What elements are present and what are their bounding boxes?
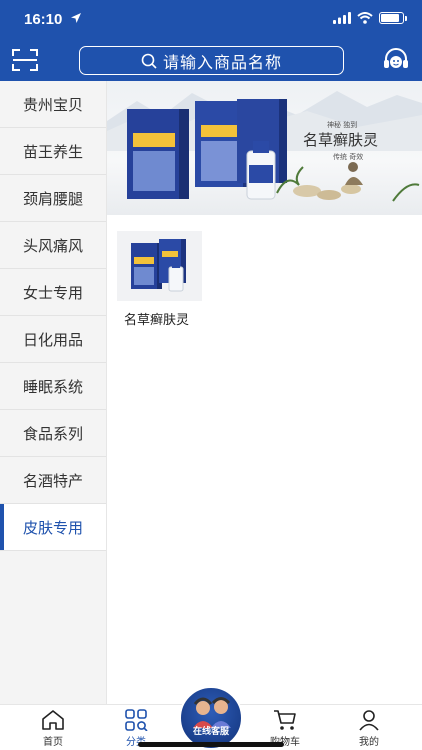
product-card[interactable]: 名草癣肤灵 xyxy=(117,231,202,328)
sidebar-item-women[interactable]: 女士专用 xyxy=(0,269,106,316)
sidebar-item-food[interactable]: 食品系列 xyxy=(0,410,106,457)
sidebar-item-label: 睡眠系统 xyxy=(22,377,83,396)
sidebar-item-liquor[interactable]: 名酒特产 xyxy=(0,457,106,504)
signal-icon xyxy=(333,12,351,24)
sidebar-item-label: 名酒特产 xyxy=(22,471,83,490)
tab-mine-label: 我的 xyxy=(359,737,379,748)
banner-tagline-2: 传统 奇效 xyxy=(333,152,363,161)
tab-mine[interactable]: 我的 xyxy=(334,705,404,750)
home-icon xyxy=(42,710,64,730)
search-icon xyxy=(141,53,157,69)
customer-service-icon[interactable] xyxy=(382,46,410,74)
status-bar: 16:10 xyxy=(0,0,422,40)
product-grid: 名草癣肤灵 xyxy=(117,231,202,328)
sidebar-item-guizhou[interactable]: 贵州宝贝 xyxy=(0,81,106,128)
banner-tagline-1: 神秘 独到 xyxy=(327,120,357,129)
sidebar-item-sleep[interactable]: 睡眠系统 xyxy=(0,363,106,410)
battery-icon xyxy=(379,12,407,24)
online-service-label: 在线客服 xyxy=(192,727,229,737)
cart-icon xyxy=(274,710,296,730)
product-name: 名草癣肤灵 xyxy=(124,313,190,328)
sidebar-item-neck-back[interactable]: 颈肩腰腿 xyxy=(0,175,106,222)
banner-artwork: 神秘 独到 名草癣肤灵 传统 奇效 xyxy=(107,91,422,202)
user-icon xyxy=(359,710,379,731)
wifi-icon xyxy=(357,12,373,24)
sidebar-item-label: 食品系列 xyxy=(22,424,83,443)
sidebar-item-label: 头风痛风 xyxy=(22,236,83,255)
sidebar-item-label: 颈肩腰腿 xyxy=(22,189,83,208)
search-placeholder: 请输入商品名称 xyxy=(162,52,282,72)
sidebar-item-label: 女士专用 xyxy=(22,283,83,302)
tab-home[interactable]: 首页 xyxy=(18,705,88,750)
sidebar-item-miaowang[interactable]: 苗王养生 xyxy=(0,128,106,175)
sidebar-item-skin[interactable]: 皮肤专用 xyxy=(0,504,106,551)
home-indicator xyxy=(138,742,284,747)
top-header: 16:10 请输入商品名称 xyxy=(0,0,422,81)
location-arrow-icon xyxy=(71,13,81,23)
status-time: 16:10 xyxy=(24,11,63,28)
banner-title: 名草癣肤灵 xyxy=(303,131,378,149)
sidebar-item-label: 日化用品 xyxy=(22,330,83,349)
online-service-button[interactable]: 在线客服 xyxy=(179,686,243,750)
sidebar-item-label: 贵州宝贝 xyxy=(22,95,83,114)
tab-home-label: 首页 xyxy=(43,737,63,748)
category-icon xyxy=(125,709,148,731)
category-sidebar: 贵州宝贝 苗王养生 颈肩腰腿 头风痛风 女士专用 日化用品 睡眠系统 食品系列 … xyxy=(0,81,107,704)
status-indicators xyxy=(333,12,407,24)
category-banner[interactable]: 神秘 独到 名草癣肤灵 传统 奇效 xyxy=(107,81,422,215)
search-input[interactable]: 请输入商品名称 xyxy=(79,46,344,75)
scan-icon[interactable] xyxy=(12,48,38,72)
sidebar-item-label: 苗王养生 xyxy=(22,142,83,161)
sidebar-item-daily[interactable]: 日化用品 xyxy=(0,316,106,363)
product-image xyxy=(117,231,202,301)
sidebar-item-gout[interactable]: 头风痛风 xyxy=(0,222,106,269)
sidebar-item-label: 皮肤专用 xyxy=(22,518,83,537)
